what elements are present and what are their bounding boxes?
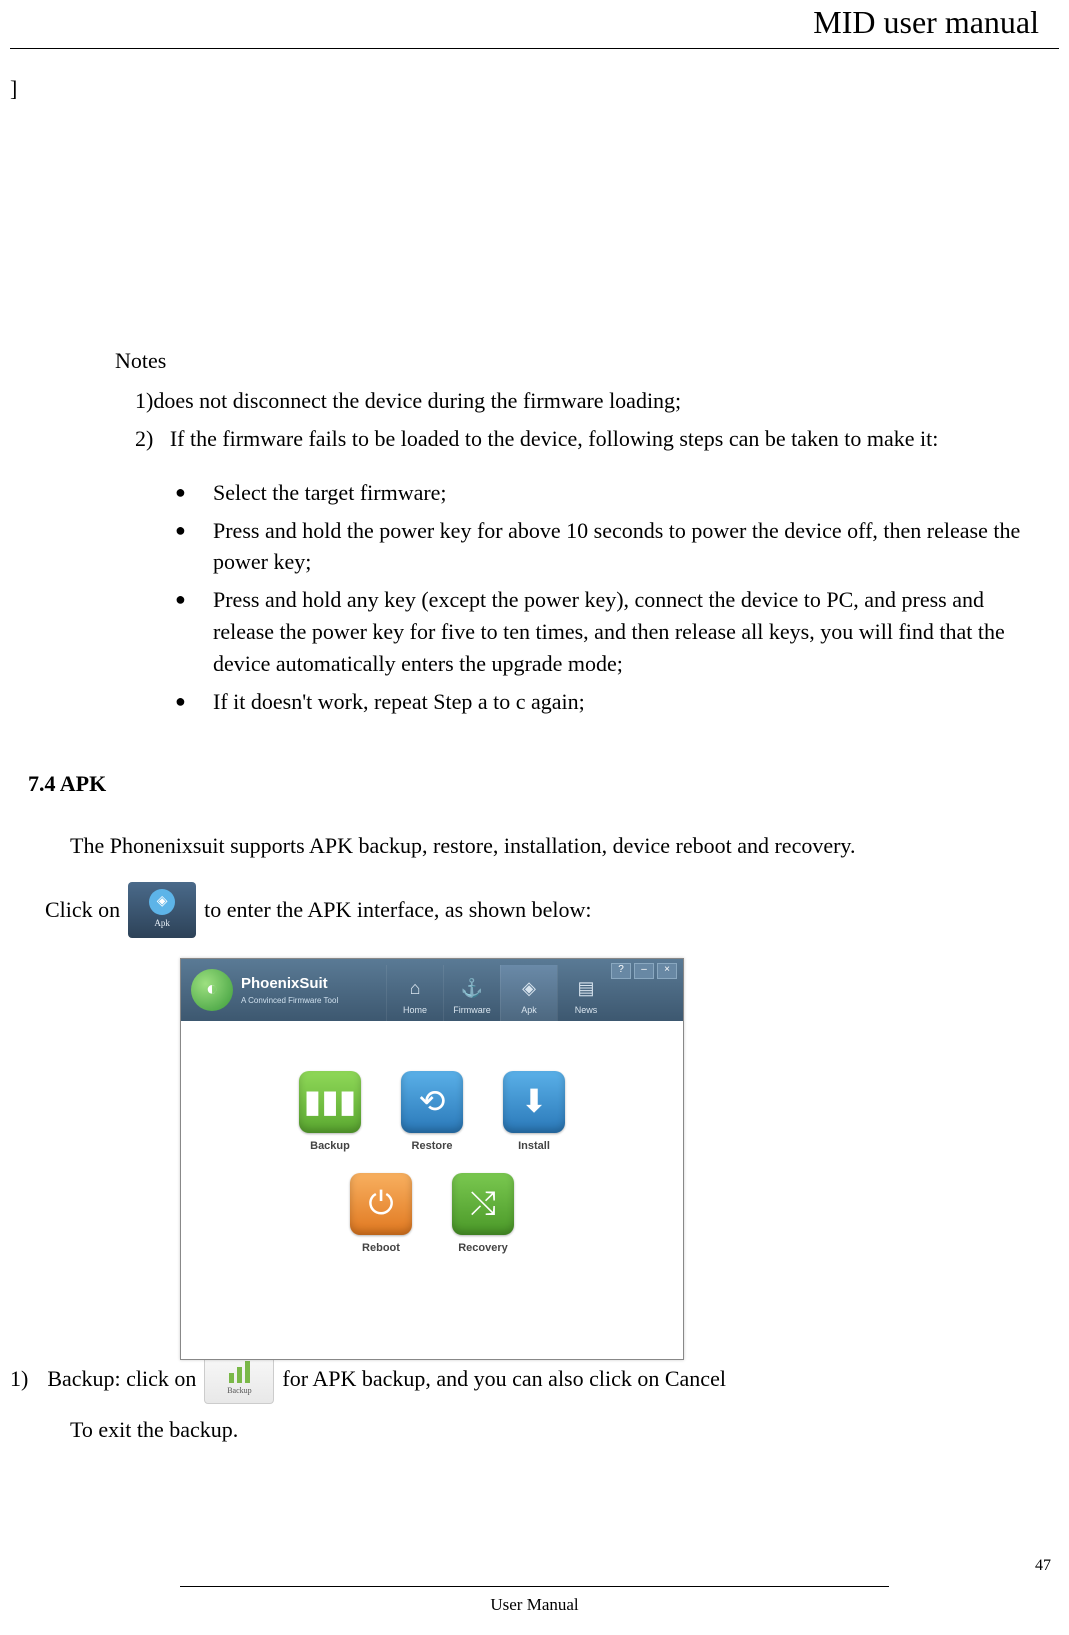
minimize-button[interactable]: –	[634, 963, 654, 979]
backup-after-text: for APK backup, and you can also click o…	[282, 1363, 726, 1395]
main-content: Notes 1)does not disconnect the device d…	[0, 345, 1069, 1446]
backup-inline-label: Backup	[227, 1385, 251, 1397]
note-2: 2) If the firmware fails to be loaded to…	[135, 423, 1069, 455]
backup-icon: ▮▮▮	[299, 1071, 361, 1133]
click-on-line: Click on ◈ Apk to enter the APK interfac…	[45, 882, 1069, 938]
notes-heading: Notes	[115, 345, 1069, 377]
exit-backup-text: To exit the backup.	[70, 1414, 1069, 1446]
footer-text: User Manual	[0, 1595, 1069, 1615]
bullet-item: Press and hold any key (except the power…	[175, 584, 1069, 680]
footer-rule	[180, 1586, 889, 1587]
reboot-icon: ⏻	[350, 1173, 412, 1235]
page-number: 47	[1035, 1557, 1051, 1575]
header-rule	[10, 48, 1059, 49]
cube-icon: ◈	[522, 975, 536, 1001]
restore-button[interactable]: ⟲ Restore	[396, 1071, 468, 1155]
phoenix-body: ▮▮▮ Backup ⟲ Restore ⬇ Install	[181, 1021, 683, 1360]
tab-firmware[interactable]: ⚓ Firmware	[443, 965, 500, 1021]
recovery-button[interactable]: ⤭ Recovery	[447, 1173, 519, 1257]
tab-news[interactable]: ▤ News	[557, 965, 614, 1021]
section-7-4-intro: The Phonenixsuit supports APK backup, re…	[70, 830, 1069, 862]
phoenix-app-name: PhoenixSuit A Convinced Firmware Tool	[241, 973, 338, 1006]
note-1: 1)does not disconnect the device during …	[135, 385, 1069, 417]
backup-instruction-line: 1) Backup: click on Backup for APK backu…	[10, 1354, 1069, 1404]
tab-home[interactable]: ⌂ Home	[386, 965, 443, 1021]
bullet-item: Press and hold the power key for above 1…	[175, 515, 1069, 579]
cube-icon: ◈	[149, 889, 175, 915]
anchor-icon: ⚓	[461, 975, 483, 1001]
phoenix-window: ◐ PhoenixSuit A Convinced Firmware Tool …	[180, 958, 684, 1360]
backup-before-text: Backup: click on	[47, 1363, 196, 1395]
tab-label: Apk	[521, 1004, 537, 1017]
phoenix-title: PhoenixSuit	[241, 973, 338, 995]
phoenix-tabs: ⌂ Home ⚓ Firmware ◈ Apk ▤	[386, 965, 614, 1021]
reboot-button[interactable]: ⏻ Reboot	[345, 1173, 417, 1257]
phoenix-titlebar: ◐ PhoenixSuit A Convinced Firmware Tool …	[181, 959, 683, 1021]
news-icon: ▤	[577, 975, 594, 1001]
backup-button[interactable]: ▮▮▮ Backup	[294, 1071, 366, 1155]
close-button[interactable]: ×	[657, 963, 677, 979]
window-controls: ? – ×	[611, 963, 677, 979]
button-label: Backup	[310, 1139, 350, 1155]
bullet-item: If it doesn't work, repeat Step a to c a…	[175, 686, 1069, 718]
recovery-icon: ⤭	[452, 1173, 514, 1235]
buttonなし-label: Reboot	[362, 1241, 400, 1257]
tab-label: Home	[403, 1004, 427, 1017]
stray-bracket: ]	[10, 76, 17, 102]
bullet-item: Select the target firmware;	[175, 477, 1069, 509]
tab-label: News	[575, 1004, 598, 1017]
apk-icon: ◈ Apk	[128, 882, 196, 938]
help-button[interactable]: ?	[611, 963, 631, 979]
phoenix-screenshot: ◐ PhoenixSuit A Convinced Firmware Tool …	[180, 958, 1069, 1360]
note-2-text: If the firmware fails to be loaded to th…	[170, 426, 939, 451]
install-icon: ⬇	[503, 1071, 565, 1133]
button-row-2: ⏻ Reboot ⤭ Recovery	[345, 1173, 519, 1257]
backup-inline-icon: Backup	[204, 1354, 274, 1404]
click-after-text: to enter the APK interface, as shown bel…	[204, 894, 591, 926]
bars-icon	[229, 1361, 250, 1383]
note-2-prefix: 2)	[135, 426, 153, 451]
header-title: MID user manual	[813, 4, 1039, 41]
tab-label: Firmware	[453, 1004, 491, 1017]
button-label: Install	[518, 1139, 550, 1155]
button-label: Recovery	[458, 1241, 508, 1257]
click-before-text: Click on	[45, 894, 120, 926]
button-row-1: ▮▮▮ Backup ⟲ Restore ⬇ Install	[294, 1071, 570, 1155]
restore-icon: ⟲	[401, 1071, 463, 1133]
install-button[interactable]: ⬇ Install	[498, 1071, 570, 1155]
home-icon: ⌂	[410, 975, 421, 1001]
document-page: MID user manual ] Notes 1)does not disco…	[0, 0, 1069, 1635]
bullet-list: Select the target firmware; Press and ho…	[175, 477, 1069, 718]
phoenix-subtitle: A Convinced Firmware Tool	[241, 995, 338, 1007]
apk-icon-label: Apk	[154, 917, 170, 930]
tab-apk[interactable]: ◈ Apk	[500, 965, 557, 1021]
button-label: Restore	[412, 1139, 453, 1155]
section-7-4-heading: 7.4 APK	[28, 768, 1069, 800]
phoenix-logo-icon: ◐	[191, 969, 233, 1011]
backup-prefix: 1)	[10, 1363, 28, 1395]
